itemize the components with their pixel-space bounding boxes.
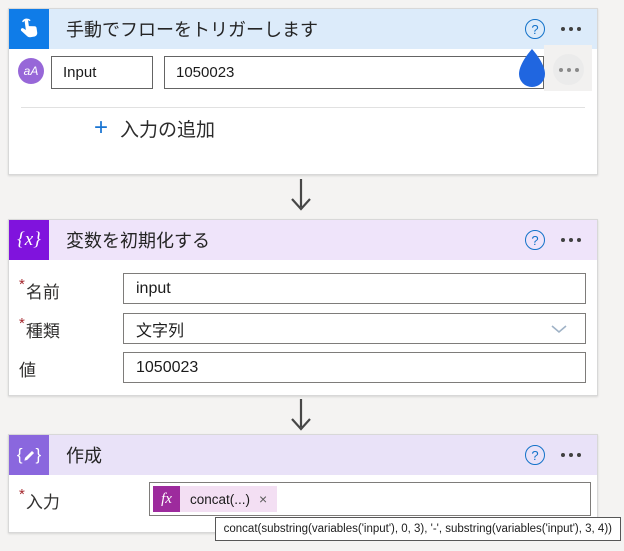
text-input-type-icon: aA	[18, 58, 44, 84]
input-row-more-button[interactable]	[553, 54, 584, 85]
help-icon[interactable]: ?	[525, 230, 545, 250]
expression-tooltip: concat(substring(variables('input'), 0, …	[214, 517, 621, 541]
card-divider	[21, 107, 585, 108]
compose-card-header[interactable]: { } 作成 ?	[9, 435, 597, 475]
add-input-label: 入力の追加	[120, 119, 216, 141]
compose-input-field[interactable]: fx concat(...) ×	[149, 482, 591, 516]
plus-icon: +	[94, 114, 109, 141]
help-icon[interactable]: ?	[525, 445, 545, 465]
close-icon[interactable]: ×	[259, 492, 267, 506]
ellipsis-icon	[557, 64, 581, 76]
variable-value-field[interactable]	[123, 352, 586, 383]
manual-trigger-icon	[9, 9, 49, 49]
more-options-icon[interactable]	[559, 23, 583, 35]
required-marker: *	[19, 315, 25, 332]
flow-connector-arrow	[291, 179, 311, 211]
trigger-card[interactable]: 手動でフローをトリガーします ? aA + 入力の追加	[8, 8, 598, 175]
variable-type-dropdown[interactable]: 文字列	[123, 313, 586, 344]
required-marker: *	[19, 486, 25, 503]
fx-function-icon: fx	[153, 486, 180, 512]
trigger-input-value-field[interactable]	[164, 56, 544, 89]
field-label-input: * 入力	[19, 486, 60, 512]
more-options-icon[interactable]	[559, 234, 583, 246]
text-selection-drop-handle[interactable]	[515, 48, 549, 94]
variable-icon: {x}	[9, 220, 49, 260]
trigger-input-name-field[interactable]	[51, 56, 153, 89]
field-label-value: 値	[19, 361, 36, 380]
chevron-down-icon	[551, 324, 567, 333]
variable-name-field[interactable]	[123, 273, 586, 304]
help-icon[interactable]: ?	[525, 19, 545, 39]
variable-type-selected-value: 文字列	[136, 322, 185, 340]
initialize-variable-card[interactable]: {x} 変数を初期化する ? * 名前 * 種類 文字列 値	[8, 219, 598, 396]
variable-card-title: 変数を初期化する	[66, 231, 210, 251]
variable-card-header[interactable]: {x} 変数を初期化する ?	[9, 220, 597, 260]
compose-card-title: 作成	[66, 446, 102, 466]
pencil-icon	[23, 450, 34, 461]
add-input-button[interactable]: + 入力の追加	[94, 110, 215, 146]
flow-connector-arrow	[291, 399, 311, 431]
trigger-card-title: 手動でフローをトリガーします	[66, 20, 318, 40]
field-label-type: * 種類	[19, 315, 60, 341]
expression-chip[interactable]: fx concat(...) ×	[153, 486, 278, 512]
expression-chip-label: concat(...)	[190, 491, 251, 507]
trigger-card-header[interactable]: 手動でフローをトリガーします ?	[9, 9, 597, 49]
more-options-icon[interactable]	[559, 449, 583, 461]
required-marker: *	[19, 276, 25, 293]
field-label-name: * 名前	[19, 276, 60, 302]
compose-icon: { }	[9, 435, 49, 475]
flow-designer-canvas: 手動でフローをトリガーします ? aA + 入力の追加 {x} 変数を初期化する	[0, 0, 624, 551]
